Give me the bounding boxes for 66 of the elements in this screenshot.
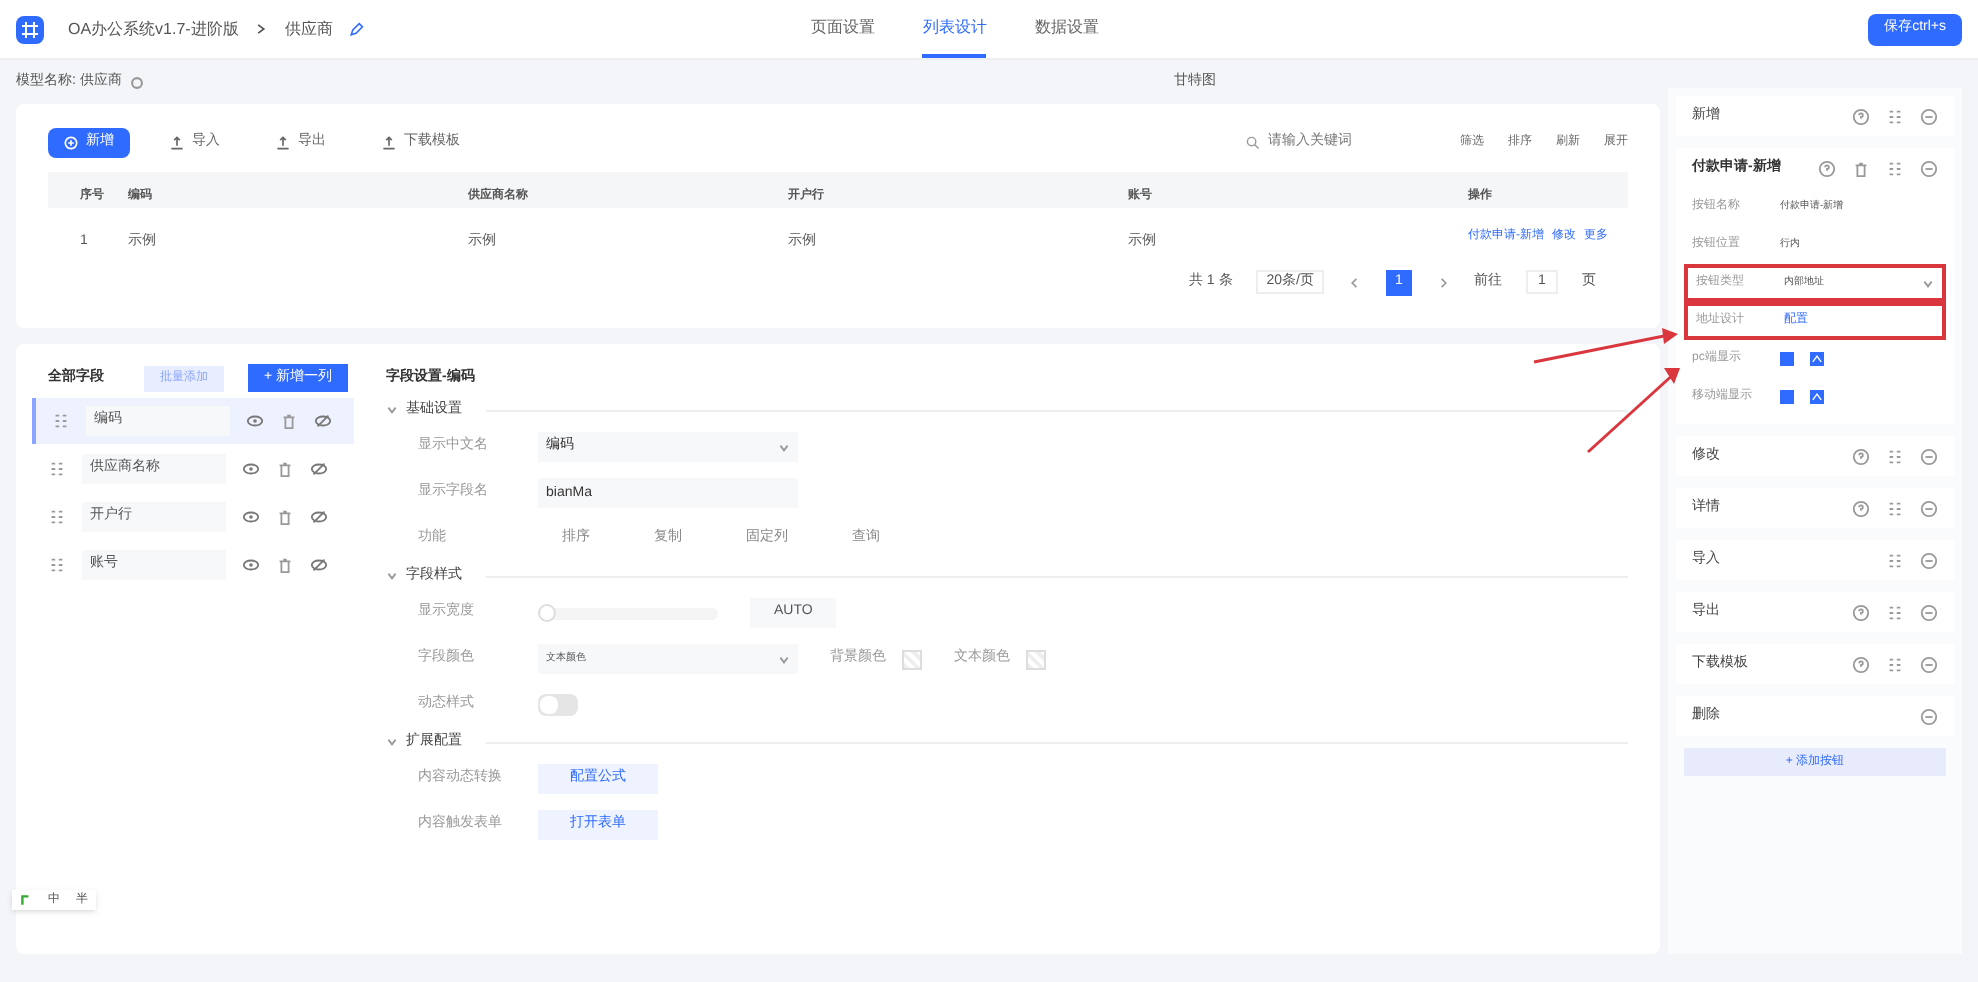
help-icon[interactable] (1852, 107, 1870, 125)
chevron-icon[interactable] (386, 570, 398, 582)
checkbox[interactable] (1780, 390, 1794, 404)
drag-icon[interactable] (1886, 107, 1904, 125)
drag-handle-icon[interactable] (52, 412, 70, 430)
dropdown-icon[interactable] (778, 441, 790, 453)
ime-logo-icon (20, 894, 32, 906)
eye-icon[interactable] (242, 556, 260, 574)
hide-icon[interactable] (310, 556, 328, 574)
help-icon[interactable] (1852, 499, 1870, 517)
breadcrumb-item: 供应商 (284, 17, 333, 41)
app-name[interactable]: OA办公系统v1.7-进阶版 (68, 17, 239, 41)
search-icon (1246, 135, 1260, 149)
delete-icon[interactable] (280, 412, 298, 430)
logo-icon (16, 15, 44, 43)
drag-handle-icon[interactable] (48, 556, 66, 574)
remove-icon[interactable] (1920, 707, 1938, 725)
drag-icon[interactable] (1886, 655, 1904, 673)
drag-icon[interactable] (1886, 603, 1904, 621)
tray-arrow-icon (382, 135, 396, 149)
chevron-icon[interactable] (386, 404, 398, 416)
breadcrumb-chevron-icon (254, 22, 269, 36)
toggle-switch[interactable] (538, 694, 578, 716)
drag-icon[interactable] (1886, 551, 1904, 569)
slider-thumb[interactable] (538, 603, 556, 621)
hide-icon[interactable] (310, 508, 328, 526)
help-icon[interactable] (1818, 159, 1836, 177)
remove-icon[interactable] (1920, 603, 1938, 621)
delete-icon[interactable] (276, 508, 294, 526)
tray-arrow-icon (170, 135, 184, 149)
remove-icon[interactable] (1920, 159, 1938, 177)
tab[interactable]: 页面设置 (810, 1, 875, 57)
drag-icon[interactable] (1886, 159, 1904, 177)
drag-handle-icon[interactable] (48, 508, 66, 526)
help-icon[interactable] (1852, 447, 1870, 465)
tab[interactable]: 列表设计 (922, 1, 987, 57)
edit-icon[interactable] (348, 21, 365, 37)
remove-icon[interactable] (1920, 655, 1938, 673)
eye-icon[interactable] (242, 460, 260, 478)
next-page-icon (1436, 275, 1450, 289)
chevron-icon[interactable] (386, 736, 398, 748)
eye-icon[interactable] (246, 412, 264, 430)
dropdown-icon[interactable] (1922, 277, 1934, 289)
help-icon[interactable] (1852, 603, 1870, 621)
eye-icon[interactable] (242, 508, 260, 526)
dropdown-icon[interactable] (778, 653, 790, 665)
remove-icon[interactable] (1920, 447, 1938, 465)
drag-handle-icon[interactable] (48, 460, 66, 478)
remove-icon[interactable] (1920, 551, 1938, 569)
slider-track[interactable] (538, 607, 718, 619)
checkbox[interactable] (1780, 352, 1794, 366)
color-picker[interactable] (902, 649, 922, 669)
delete-icon[interactable] (276, 460, 294, 478)
tray-arrow-icon (276, 135, 290, 149)
hide-icon[interactable] (314, 412, 332, 430)
drag-icon[interactable] (1886, 447, 1904, 465)
remove-icon[interactable] (1920, 107, 1938, 125)
delete-icon[interactable] (276, 556, 294, 574)
hide-icon[interactable] (310, 460, 328, 478)
drag-icon[interactable] (1886, 499, 1904, 517)
color-picker[interactable] (1026, 649, 1046, 669)
tab[interactable]: 数据设置 (1034, 1, 1099, 57)
delete-icon[interactable] (1852, 159, 1870, 177)
help-icon[interactable] (1852, 655, 1870, 673)
remove-icon[interactable] (1920, 499, 1938, 517)
prev-page-icon (1348, 275, 1362, 289)
